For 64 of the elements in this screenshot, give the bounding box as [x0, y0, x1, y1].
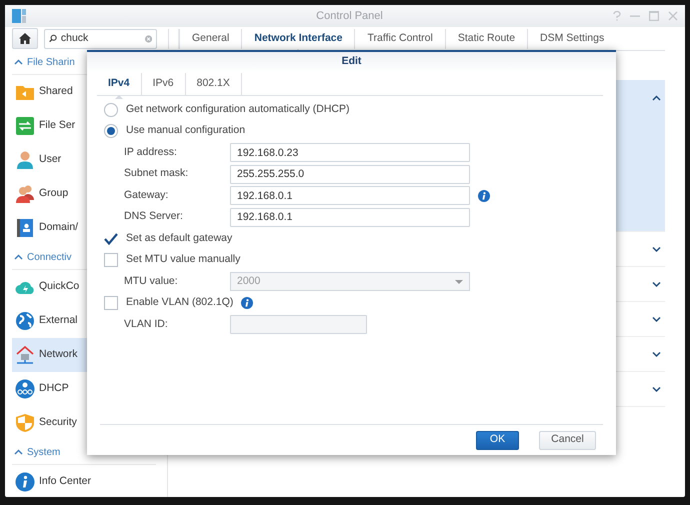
info-icon[interactable] [478, 190, 490, 202]
input-field[interactable]: 192.168.0.23 [230, 143, 470, 162]
expand-chevron-icon[interactable] [652, 316, 661, 322]
ok-button[interactable]: OK [476, 430, 519, 450]
collapse-chevron-icon[interactable] [14, 58, 23, 66]
tab[interactable]: Static Route [444, 28, 528, 48]
globe-icon [15, 311, 35, 331]
cancel-button[interactable]: Cancel [539, 430, 596, 450]
caret-icon [455, 280, 463, 284]
search-icon [49, 33, 57, 44]
radio-button[interactable] [104, 124, 118, 138]
checkbox-label: Set MTU value manually [126, 252, 240, 268]
window-title: Control Panel [315, 8, 384, 24]
input-field[interactable]: 255.255.255.0 [230, 164, 470, 184]
collapse-chevron-icon[interactable] [14, 448, 23, 456]
checkbox-label: Set as default gateway [126, 230, 232, 246]
expand-chevron-icon[interactable] [652, 350, 661, 358]
checkbox[interactable] [104, 253, 118, 268]
section-header[interactable]: Connectiv [27, 250, 72, 264]
section-header[interactable]: File Sharin [27, 54, 75, 70]
collapse-chevron-icon[interactable] [14, 254, 23, 260]
expand-chevron-icon[interactable] [652, 246, 661, 252]
tab[interactable]: General [179, 28, 242, 48]
field-label: IP address: [123, 144, 178, 160]
tab[interactable]: Network Interface [241, 28, 354, 48]
tab[interactable]: DSM Settings [527, 28, 616, 48]
dialog-title: Edit [342, 54, 362, 70]
search-field[interactable]: chuck [44, 28, 157, 48]
tab[interactable]: Traffic Control [354, 28, 445, 48]
info-icon[interactable] [241, 297, 254, 310]
field-label: DNS Server: [123, 209, 184, 224]
home-icon [19, 33, 31, 44]
collapse-chevron-icon[interactable] [652, 95, 661, 102]
field-label: MTU value: [123, 274, 179, 289]
address-book-icon [15, 218, 35, 238]
check-icon [104, 232, 118, 245]
app-logo-icon [12, 9, 26, 23]
radio-button[interactable] [104, 102, 118, 117]
expand-chevron-icon[interactable] [652, 280, 661, 288]
radio-label: Use manual configuration [126, 123, 246, 138]
group-icon [15, 184, 35, 204]
shield-icon [15, 413, 35, 433]
field-label: Gateway: [123, 188, 170, 203]
checkbox[interactable] [104, 296, 118, 310]
expand-chevron-icon[interactable] [652, 386, 661, 392]
hub-icon [15, 379, 35, 399]
sidebar-item[interactable]: DHCP [12, 372, 156, 406]
house-icon [15, 345, 35, 365]
input-field[interactable]: 192.168.0.1 [230, 208, 470, 227]
section-header[interactable]: System [27, 444, 60, 460]
radio-label: Get network configuration automatically (DHCP) [126, 102, 350, 117]
tab[interactable]: 802.1X [186, 73, 242, 95]
input-field[interactable]: 192.168.0.1 [230, 186, 470, 206]
user-icon [15, 150, 35, 170]
transfer-icon [15, 116, 35, 136]
checkbox-label: Enable VLAN (802.1Q) [126, 295, 234, 310]
search-input: chuck [60, 30, 141, 46]
sidebar-item[interactable]: Info Center [12, 465, 156, 499]
home-button[interactable] [12, 28, 38, 49]
field-label: VLAN ID: [123, 316, 169, 332]
info-icon [15, 472, 35, 492]
field-label: Subnet mask: [123, 166, 190, 182]
tab[interactable]: IPv6 [142, 73, 186, 95]
sidebar-item[interactable]: Security [12, 406, 156, 440]
